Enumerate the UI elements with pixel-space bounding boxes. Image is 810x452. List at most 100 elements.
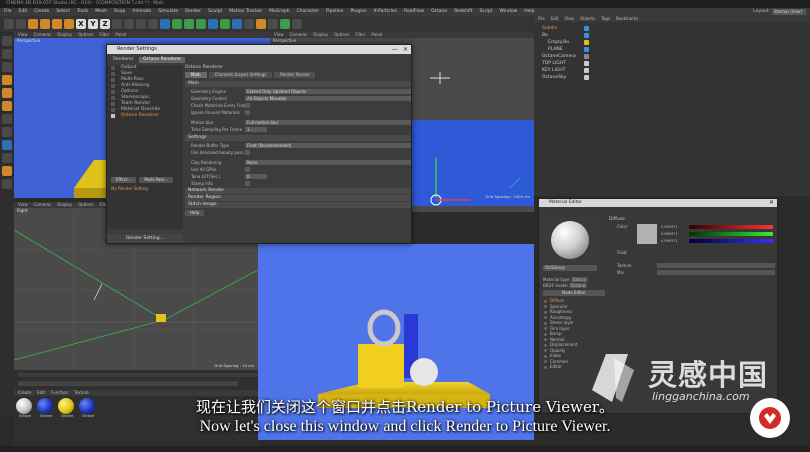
material-type-select[interactable]: Glossy bbox=[570, 277, 588, 282]
om-menu-edit[interactable]: Edit bbox=[551, 16, 559, 22]
param-checkbox[interactable] bbox=[245, 109, 250, 115]
param-select[interactable]: Float (Recommended) bbox=[245, 142, 411, 148]
om-menu-objects[interactable]: Objects bbox=[580, 16, 595, 22]
lock-workplane-icon[interactable] bbox=[2, 166, 12, 176]
object-tag-icon[interactable] bbox=[584, 40, 589, 45]
color-swatch[interactable] bbox=[637, 224, 657, 244]
checkbox[interactable] bbox=[111, 84, 115, 88]
texture-slot[interactable] bbox=[657, 263, 775, 268]
menu-window[interactable]: Window bbox=[500, 8, 518, 16]
mm-menu-create[interactable]: Create bbox=[18, 390, 31, 396]
scale-icon[interactable] bbox=[52, 19, 62, 29]
octane-live-viewer-icon[interactable] bbox=[256, 19, 266, 29]
help-button[interactable]: Help bbox=[185, 210, 205, 216]
menu-octane[interactable]: Octane bbox=[431, 8, 447, 16]
vp-menu-options[interactable]: Options bbox=[78, 202, 93, 208]
rs-item-octane-renderer[interactable]: Octane Renderer bbox=[107, 113, 183, 119]
red-slider[interactable] bbox=[689, 225, 773, 229]
brdf-select[interactable]: Octane bbox=[568, 282, 588, 288]
menu-plugins[interactable]: Plugins bbox=[350, 8, 366, 16]
menu-snap[interactable]: Snap bbox=[114, 8, 125, 16]
minimize-icon[interactable]: — bbox=[392, 45, 398, 54]
multipass-button[interactable]: Multi-Pass... bbox=[139, 177, 174, 183]
polygons-mode-icon[interactable] bbox=[2, 101, 12, 111]
om-menu-tags[interactable]: Tags bbox=[601, 16, 610, 22]
axis-y-toggle[interactable]: Y bbox=[88, 19, 98, 29]
menu-redshift[interactable]: Redshift bbox=[454, 8, 472, 16]
menu-realflow[interactable]: RealFlow bbox=[404, 8, 424, 16]
close-icon[interactable]: ✕ bbox=[403, 45, 408, 54]
object-tag-icon[interactable] bbox=[584, 61, 589, 66]
axis-x-toggle[interactable]: X bbox=[76, 19, 86, 29]
layout-select[interactable]: Startup (User) bbox=[772, 9, 806, 15]
tweak-icon[interactable] bbox=[2, 127, 12, 137]
redo-icon[interactable] bbox=[16, 19, 26, 29]
param-select[interactable]: Extend Only Updated Objects bbox=[245, 88, 411, 94]
checkbox[interactable] bbox=[111, 96, 115, 100]
undo-icon[interactable] bbox=[4, 19, 14, 29]
effect-button[interactable]: Effect... bbox=[111, 177, 137, 183]
deformer-icon[interactable] bbox=[208, 19, 218, 29]
object-tag-icon[interactable] bbox=[584, 47, 589, 52]
tab-render-passes[interactable]: Render Passes bbox=[274, 72, 316, 78]
coordinate-system-icon[interactable] bbox=[112, 19, 122, 29]
model-mode-icon[interactable] bbox=[2, 49, 12, 59]
group-stitch-image[interactable]: Stitch Image bbox=[185, 202, 411, 208]
node-editor-button[interactable]: Node Editor bbox=[543, 290, 605, 296]
planar-icon[interactable] bbox=[2, 179, 12, 189]
checkbox[interactable] bbox=[111, 90, 115, 94]
mm-menu-edit[interactable]: Edit bbox=[37, 390, 45, 396]
checkbox[interactable] bbox=[111, 78, 115, 82]
render-to-picture-viewer-icon[interactable] bbox=[136, 19, 146, 29]
param-select[interactable]: None bbox=[245, 159, 411, 165]
menu-tools[interactable]: Tools bbox=[77, 8, 88, 16]
menu-animate[interactable]: Animate bbox=[132, 8, 151, 16]
checkbox[interactable] bbox=[111, 114, 115, 118]
object-row[interactable]: Subdiv bbox=[534, 25, 810, 32]
object-row[interactable]: Empty.Bo bbox=[534, 39, 810, 46]
param-checkbox[interactable] bbox=[245, 166, 250, 172]
menu-simulate[interactable]: Simulate bbox=[158, 8, 178, 16]
object-row[interactable]: KEY LIGHT bbox=[534, 67, 810, 74]
rotate-icon[interactable] bbox=[64, 19, 74, 29]
make-editable-icon[interactable] bbox=[2, 36, 12, 46]
material-editor-titlebar[interactable]: Material Editor ✕ bbox=[539, 199, 777, 207]
points-mode-icon[interactable] bbox=[2, 75, 12, 85]
object-row[interactable]: Bo bbox=[534, 32, 810, 39]
checkbox[interactable] bbox=[111, 102, 115, 106]
array-icon[interactable] bbox=[196, 19, 206, 29]
live-select-icon[interactable] bbox=[28, 19, 38, 29]
tab-channels[interactable]: Channels (Layer) Settings bbox=[208, 72, 273, 78]
group-main[interactable]: Main bbox=[185, 81, 411, 87]
param-select[interactable]: All Objects Movable bbox=[245, 95, 411, 101]
object-tag-icon[interactable] bbox=[584, 26, 589, 31]
menu-x-particles[interactable]: X-Particles bbox=[374, 8, 397, 16]
object-row[interactable]: TOP LIGHT bbox=[534, 60, 810, 67]
menu-select[interactable]: Select bbox=[56, 8, 70, 16]
param-checkbox[interactable] bbox=[245, 149, 250, 155]
camera-icon[interactable] bbox=[232, 19, 242, 29]
menu-help[interactable]: Help bbox=[524, 8, 534, 16]
octane-settings-icon[interactable] bbox=[268, 19, 278, 29]
group-settings[interactable]: Settings bbox=[185, 135, 411, 141]
menu-edit[interactable]: Edit bbox=[19, 8, 28, 16]
dialog-titlebar[interactable]: Render Settings — ✕ bbox=[107, 45, 411, 54]
object-tag-icon[interactable] bbox=[584, 68, 589, 73]
param-number[interactable]: 1 bbox=[245, 126, 267, 132]
render-settings-icon[interactable] bbox=[148, 19, 158, 29]
menu-mograph[interactable]: MoGraph bbox=[269, 8, 289, 16]
om-menu-view[interactable]: View bbox=[564, 16, 574, 22]
blue-slider[interactable] bbox=[689, 239, 773, 243]
scene-icon[interactable] bbox=[220, 19, 230, 29]
object-tag-icon[interactable] bbox=[584, 33, 589, 38]
render-setting-button[interactable]: Render Setting... bbox=[107, 234, 183, 243]
axis-mode-icon[interactable] bbox=[2, 114, 12, 124]
render-view-icon[interactable] bbox=[124, 19, 134, 29]
param-checkbox[interactable] bbox=[245, 102, 250, 108]
param-select[interactable]: Full motion blur bbox=[245, 119, 411, 125]
menu-character[interactable]: Character bbox=[297, 8, 319, 16]
green-value[interactable]: 0.699371 bbox=[661, 232, 678, 236]
my-render-setting[interactable]: My Render Setting bbox=[111, 186, 148, 191]
light-icon[interactable] bbox=[244, 19, 254, 29]
object-row[interactable]: OctaneSky bbox=[534, 74, 810, 81]
